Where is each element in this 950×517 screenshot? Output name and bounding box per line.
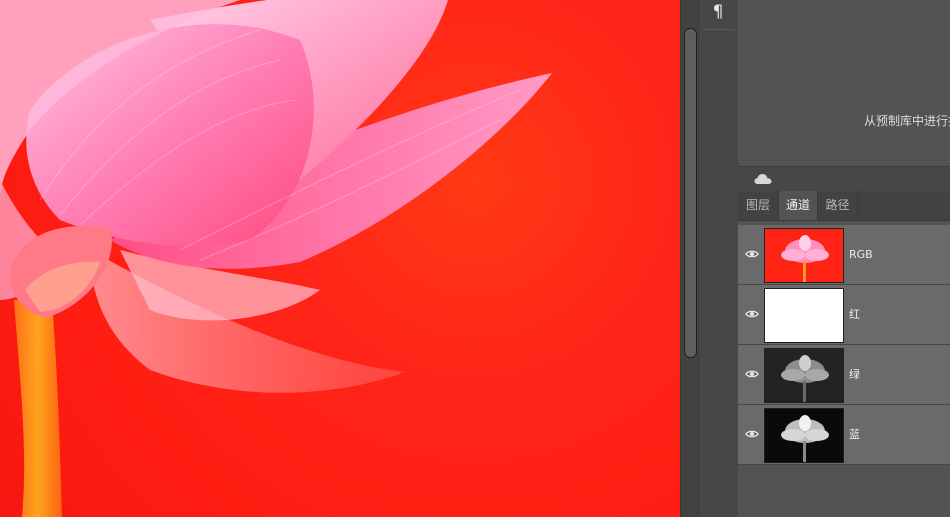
tab-channels[interactable]: 通道 [779, 191, 818, 220]
libraries-panel: 从预制库中进行拖 [738, 0, 950, 166]
channel-name-green: 绿 [849, 368, 860, 381]
lotus-artwork [0, 0, 552, 517]
cloud-icon[interactable] [754, 173, 772, 185]
eye-icon[interactable] [745, 368, 759, 380]
channels-list: RGB 红 绿 蓝 [738, 221, 950, 517]
strip-divider [703, 29, 734, 30]
channel-name-rgb: RGB [849, 248, 873, 261]
channel-row-rgb[interactable]: RGB [738, 225, 950, 285]
canvas-vertical-scrollbar[interactable] [680, 0, 699, 517]
paragraph-icon[interactable]: ¶ [705, 0, 731, 26]
eye-icon[interactable] [745, 308, 759, 320]
collapsed-panel-strip: ¶ [698, 0, 739, 517]
scrollbar-thumb[interactable] [684, 28, 697, 358]
channel-name-red: 红 [849, 308, 860, 321]
libraries-status-bar [738, 166, 950, 192]
channel-row-green[interactable]: 绿 [738, 345, 950, 405]
panel-tab-bar: 图层 通道 路径 [738, 191, 950, 221]
channel-row-blue[interactable]: 蓝 [738, 405, 950, 465]
channel-thumbnail-red [764, 288, 844, 343]
channel-name-blue: 蓝 [849, 428, 860, 441]
eye-icon[interactable] [745, 248, 759, 260]
tab-paths[interactable]: 路径 [818, 191, 858, 220]
tab-layers[interactable]: 图层 [738, 191, 779, 220]
eye-icon[interactable] [745, 428, 759, 440]
image-canvas[interactable] [0, 0, 680, 517]
channel-thumbnail-blue [764, 408, 844, 463]
channel-row-red[interactable]: 红 [738, 285, 950, 345]
libraries-message: 从预制库中进行拖 [864, 114, 950, 128]
channel-thumbnail-green [764, 348, 844, 403]
channel-thumbnail-rgb [764, 228, 844, 283]
